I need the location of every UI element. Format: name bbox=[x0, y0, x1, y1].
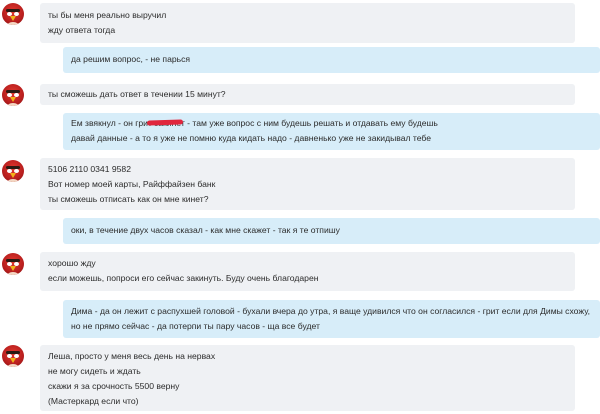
incoming-message[interactable]: Леша, просто у меня весь день на нервах … bbox=[40, 345, 575, 411]
message-text: ты сможешь дать ответ в течении 15 минут… bbox=[48, 89, 226, 99]
message-text: ты сможешь отписать как он мне кинет? bbox=[48, 194, 209, 204]
incoming-message[interactable]: хорошо жду если можешь, попроси его сейч… bbox=[40, 252, 575, 291]
outgoing-message[interactable]: да решим вопрос, - не парься bbox=[63, 47, 600, 73]
message-text: давай данные - а то я уже не помню куда … bbox=[71, 133, 432, 143]
message-text: да решим вопрос, - не парься bbox=[71, 54, 191, 64]
message-text: хорошо жду bbox=[48, 258, 96, 268]
contact-avatar[interactable] bbox=[2, 84, 24, 106]
message-text: если можешь, попроси его сейчас закинуть… bbox=[48, 273, 319, 283]
incoming-message[interactable]: ты сможешь дать ответ в течении 15 минут… bbox=[40, 84, 575, 105]
message-text: 5106 2110 0341 9582 bbox=[48, 164, 131, 174]
message-text: Вот номер моей карты, Райффайзен банк bbox=[48, 179, 216, 189]
message-text: (Мастеркард если что) bbox=[48, 396, 139, 406]
message-text: Дима - да он лежит с распухшей головой -… bbox=[71, 306, 591, 316]
outgoing-message[interactable]: Дима - да он лежит с распухшей головой -… bbox=[63, 300, 600, 338]
message-text: Леша, просто у меня весь день на нервах bbox=[48, 351, 216, 361]
outgoing-message[interactable]: оки, в течение двух часов сказал - как м… bbox=[63, 218, 600, 244]
outgoing-message[interactable]: Ем звякнул - он грит закинет - там уже в… bbox=[63, 113, 600, 150]
contact-avatar[interactable] bbox=[2, 253, 24, 275]
contact-avatar[interactable] bbox=[2, 3, 24, 25]
message-text: скажи я за срочность 5500 верну bbox=[48, 381, 180, 391]
incoming-message[interactable]: ты бы меня реально выручил жду ответа то… bbox=[40, 3, 575, 43]
contact-avatar[interactable] bbox=[2, 160, 24, 182]
message-text: ты бы меня реально выручил bbox=[48, 10, 167, 20]
contact-avatar[interactable] bbox=[2, 345, 24, 367]
incoming-message[interactable]: 5106 2110 0341 9582 Вот номер моей карты… bbox=[40, 158, 575, 210]
message-text: оки, в течение двух часов сказал - как м… bbox=[71, 225, 340, 235]
message-text: жду ответа тогда bbox=[48, 25, 116, 35]
message-text: не могу сидеть и ждать bbox=[48, 366, 141, 376]
message-text: но не прямо сейчас - да потерпи ты пару … bbox=[71, 321, 320, 331]
